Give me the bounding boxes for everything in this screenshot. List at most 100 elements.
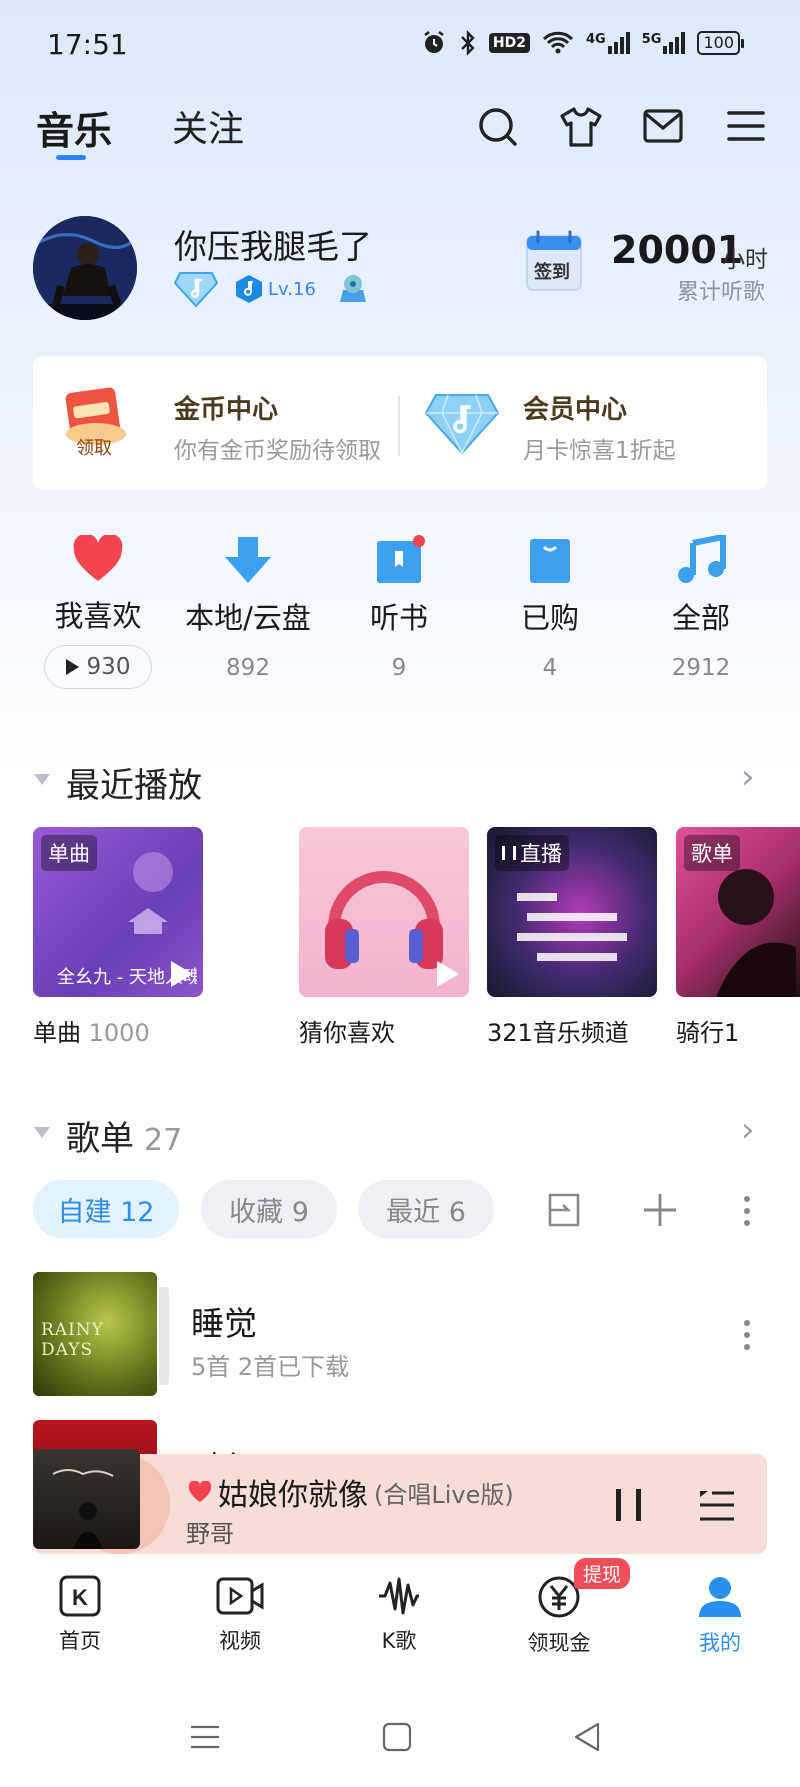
play-liked-button[interactable]: 930 [44, 645, 152, 689]
chip-recent[interactable]: 最近 6 [358, 1180, 494, 1238]
system-back-icon[interactable] [570, 1720, 604, 1754]
recent-item-playlist[interactable]: 歌单 骑行1 [676, 827, 800, 1048]
vip-diamond-large-icon[interactable] [424, 391, 500, 455]
battery-icon: 100 [697, 31, 744, 55]
play-icon [65, 659, 79, 675]
playlists-title: 歌单 [66, 1119, 134, 1159]
vip-center-subtitle: 月卡惊喜1折起 [523, 438, 676, 464]
liked-heart-icon[interactable] [188, 1481, 212, 1503]
play-icon[interactable] [437, 961, 459, 987]
tshirt-icon[interactable] [559, 106, 603, 148]
more-vertical-icon[interactable] [743, 1196, 751, 1226]
quick-audiobook[interactable]: 听书 9 [324, 535, 474, 681]
quick-audiobook-label: 听书 [369, 601, 428, 635]
playlists-count: 27 [144, 1123, 183, 1158]
search-icon[interactable] [477, 106, 519, 148]
nav-video-label: 视频 [219, 1629, 261, 1653]
tab-music[interactable]: 音乐 [36, 100, 112, 155]
user-icon [665, 1575, 775, 1619]
chip-created[interactable]: 自建 12 [33, 1180, 179, 1238]
quick-like-label: 我喜欢 [54, 599, 142, 633]
chip-collected[interactable]: 收藏 9 [201, 1180, 337, 1238]
music-level-icon [234, 274, 264, 304]
playlist-info: 5首 2首已下载 [191, 1353, 350, 1381]
recent-cover-playlist: 歌单 [676, 827, 800, 997]
recent-label: 骑行1 [676, 1019, 740, 1047]
recent-label: 猜你喜欢 [299, 1019, 395, 1047]
recent-item-live[interactable]: 直播 321音乐频道 [487, 827, 657, 1048]
quick-local[interactable]: 本地/云盘 892 [173, 535, 323, 681]
level-badge[interactable]: Lv.16 [234, 274, 322, 304]
system-home-icon[interactable] [380, 1720, 414, 1754]
coin-center-subtitle: 你有金币奖励待领取 [174, 438, 381, 464]
music-note-icon [626, 535, 776, 585]
quick-like[interactable]: 我喜欢 930 [23, 535, 173, 689]
vip-diamond-icon[interactable] [174, 270, 218, 308]
bluetooth-icon [459, 30, 477, 56]
avatar[interactable] [33, 216, 137, 320]
recent-item-single[interactable]: 单曲 全幺九 - 天地人魂入 单曲 1000 [33, 827, 203, 1048]
quick-audiobook-count: 9 [391, 655, 407, 681]
cover-text: RAINY DAYS [41, 1320, 104, 1360]
quick-local-label: 本地/云盘 [185, 601, 311, 635]
playlists-more-chevron-icon[interactable]: › [741, 1110, 755, 1150]
book-icon [324, 535, 474, 585]
username[interactable]: 你压我腿毛了 [174, 220, 372, 268]
nav-karaoke-label: K歌 [381, 1629, 417, 1653]
mail-icon[interactable] [642, 106, 684, 146]
play-icon[interactable] [171, 961, 193, 987]
playlist-row-sleep[interactable]: RAINY DAYS 睡觉 5首 2首已下载 [33, 1272, 767, 1396]
heart-icon [23, 535, 173, 583]
nav-mine[interactable]: 我的 [665, 1575, 775, 1657]
coin-envelope-icon[interactable]: 领取 [58, 382, 138, 462]
quick-all-count: 2912 [671, 655, 731, 681]
recent-section-title[interactable]: 最近播放 [66, 758, 202, 807]
pause-icon[interactable] [614, 1487, 644, 1523]
nav-video[interactable]: 视频 [185, 1575, 295, 1655]
signin-label: 签到 [534, 262, 570, 283]
collapse-recent-icon[interactable] [34, 774, 50, 785]
quick-purchased[interactable]: 已购 4 [475, 535, 625, 681]
nav-home-label: 首页 [59, 1629, 101, 1653]
svg-text:K: K [72, 1585, 88, 1610]
collapse-playlists-icon[interactable] [34, 1127, 50, 1138]
quick-purchased-count: 4 [542, 655, 558, 681]
nav-karaoke[interactable]: K歌 [344, 1575, 454, 1655]
playlists-header[interactable]: 歌单 27 [66, 1111, 182, 1160]
playlist-queue-icon[interactable] [698, 1487, 736, 1523]
sound-wave-icon [344, 1575, 454, 1617]
turntable-badge-icon[interactable] [338, 272, 368, 306]
system-menu-icon[interactable] [188, 1720, 222, 1754]
recent-label: 单曲 1000 [33, 1019, 150, 1047]
signin-button[interactable]: 签到 [524, 228, 586, 294]
live-bars-icon [502, 846, 516, 860]
quick-purchased-label: 已购 [520, 601, 579, 635]
status-time: 17:51 [47, 28, 128, 61]
song-title: 姑娘你就像 [218, 1478, 368, 1513]
recent-item-guess[interactable]: 猜你喜欢 [299, 827, 469, 1048]
listen-label[interactable]: 累计听歌 [677, 274, 765, 306]
add-icon[interactable] [642, 1192, 678, 1228]
k-home-icon: K [25, 1575, 135, 1617]
recent-tag: 歌单 [684, 835, 740, 871]
nav-mine-label: 我的 [699, 1631, 741, 1655]
recent-count: 1000 [88, 1019, 150, 1047]
signal-4g-icon: 4G [586, 32, 630, 54]
playlist-cover: RAINY DAYS [33, 1272, 157, 1396]
coin-claim-badge: 领取 [76, 438, 112, 459]
song-subtitle: (合唱Live版) [374, 1480, 514, 1509]
nav-home[interactable]: K 首页 [25, 1575, 135, 1655]
playlist-more-icon[interactable] [743, 1320, 751, 1350]
quick-all[interactable]: 全部 2912 [626, 535, 776, 681]
recent-more-chevron-icon[interactable]: › [741, 757, 755, 797]
playlist-name: 睡觉 [191, 1304, 257, 1343]
status-bar: 17:51 HD2 4G 5G 100 [0, 0, 800, 92]
tab-follow[interactable]: 关注 [172, 100, 244, 152]
hd-icon: HD2 [488, 33, 531, 53]
import-icon[interactable] [546, 1192, 582, 1228]
menu-icon[interactable] [726, 106, 766, 146]
player-cover[interactable] [33, 1449, 140, 1549]
vip-center-title[interactable]: 会员中心 [523, 389, 627, 426]
coin-center-title[interactable]: 金币中心 [174, 389, 278, 426]
quick-like-count: 930 [86, 654, 131, 680]
